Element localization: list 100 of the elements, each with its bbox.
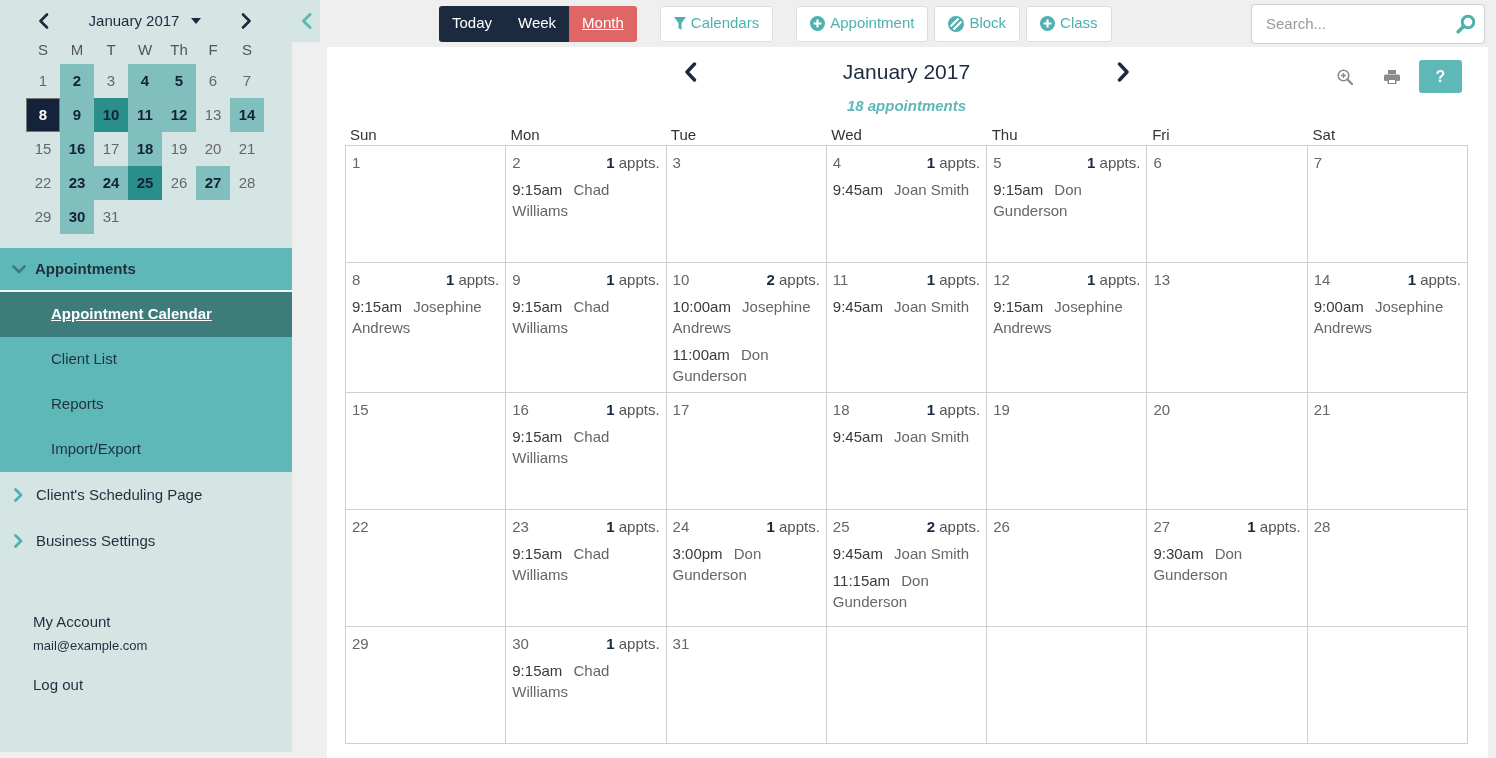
weekday-label: Fri	[1151, 125, 1171, 145]
appointment-count: 1 appts.	[606, 400, 660, 420]
account-link[interactable]: My Account	[33, 612, 111, 632]
calendar-day[interactable]: 23	[60, 166, 94, 200]
day-number: 18	[832, 400, 850, 420]
calendar-day[interactable]: 29	[26, 200, 60, 234]
appointment-entry[interactable]: 9:45am Joan Smith	[832, 296, 981, 317]
chevron-left-icon[interactable]	[683, 62, 697, 82]
appointment-entry[interactable]: 9:15am Chad Williams	[512, 660, 660, 702]
calendar-day[interactable]: 26	[162, 166, 196, 200]
plus-circle-icon	[810, 16, 826, 31]
appointment-entry[interactable]: 11:15am Don Gunderson	[832, 570, 981, 612]
account-email: mail@example.com	[33, 637, 148, 655]
day-number: 28	[1313, 517, 1331, 537]
calendar-day[interactable]: 11	[128, 98, 162, 132]
appointment-entry[interactable]: 9:15am Chad Williams	[512, 543, 660, 585]
day-number: 19	[993, 400, 1010, 420]
calendar-day[interactable]: 28	[230, 166, 264, 200]
appointment-entry[interactable]: 11:00am Don Gunderson	[672, 344, 820, 386]
search-field[interactable]: Search...	[1251, 3, 1485, 44]
day-number: 14	[1313, 270, 1331, 290]
day-number: 10	[672, 270, 690, 290]
appointment-entry[interactable]: 9:15am Chad Williams	[512, 426, 660, 468]
calendar-day[interactable]: 9	[60, 98, 94, 132]
chevron-right-icon[interactable]	[241, 13, 252, 29]
day-number: 16	[512, 400, 529, 420]
day-number: 15	[352, 400, 369, 420]
day-number: 20	[1153, 400, 1171, 420]
calendar-day[interactable]: 27	[196, 166, 230, 200]
day-number: 22	[352, 517, 369, 537]
calendar-day[interactable]: 6	[196, 64, 230, 98]
nav-subitem[interactable]: Appointment Calendar	[0, 292, 292, 337]
calendar-day[interactable]: 20	[196, 132, 230, 166]
view-tab[interactable]: Today	[439, 5, 506, 42]
calendar-day[interactable]: 1	[26, 64, 60, 98]
calendar-day[interactable]: 5	[162, 64, 196, 98]
calendar-day[interactable]: 14	[230, 98, 264, 132]
chevron-right-icon[interactable]	[1116, 62, 1130, 82]
nav-item[interactable]: Client's Scheduling Page	[0, 472, 292, 518]
appointment-entry[interactable]: 9:15am Chad Williams	[512, 179, 660, 221]
printer-icon[interactable]	[1384, 69, 1400, 84]
calendar-day[interactable]: 17	[94, 132, 128, 166]
day-number: 2	[512, 153, 521, 173]
appointment-count: 1 appts.	[926, 153, 981, 173]
appointment-entry[interactable]: 9:15am Josephine Andrews	[993, 296, 1141, 338]
zoom-in-icon[interactable]	[1337, 68, 1353, 85]
calendar-day[interactable]: 21	[230, 132, 264, 166]
appointment-count: 1 appts.	[606, 517, 660, 537]
calendar-day[interactable]: 3	[94, 64, 128, 98]
calendar-day[interactable]: 16	[60, 132, 94, 166]
appointment-entry[interactable]: 9:45am Joan Smith	[832, 179, 981, 200]
appointment-summary: 18 appointments	[846, 97, 967, 114]
appointment-entry[interactable]: 9:45am Joan Smith	[832, 543, 981, 564]
appointment-count: 1 appts.	[1407, 270, 1461, 290]
calendar-day[interactable]: 13	[196, 98, 230, 132]
day-number: 12	[993, 270, 1010, 290]
nav-item[interactable]: Business Settings	[0, 518, 292, 564]
nav-item[interactable]: Appointments	[0, 248, 292, 292]
appointment-entry[interactable]: 9:15am Don Gunderson	[993, 179, 1141, 221]
appointment-entry[interactable]: 9:00am Josephine Andrews	[1313, 296, 1461, 338]
calendar-day[interactable]: 12	[162, 98, 196, 132]
day-number: 5	[993, 153, 1002, 173]
calendar-day[interactable]: 25	[128, 166, 162, 200]
calendar-day[interactable]: 22	[26, 166, 60, 200]
chevron-left-icon[interactable]	[38, 13, 49, 29]
calendar-day[interactable]: 15	[26, 132, 60, 166]
weekday-label: Sun	[349, 125, 378, 145]
weekday-label: S	[37, 40, 49, 60]
appointment-entry[interactable]: 9:15am Chad Williams	[512, 296, 660, 338]
calendar-day[interactable]: 8	[26, 98, 60, 132]
day-number: 23	[512, 517, 529, 537]
calendar-day[interactable]: 4	[128, 64, 162, 98]
day-number: 4	[832, 153, 842, 173]
calendar-day[interactable]: 30	[60, 200, 94, 234]
calendar-day[interactable]: 7	[230, 64, 264, 98]
logout-link[interactable]: Log out	[33, 675, 84, 695]
month-dropdown[interactable]: January 2017	[88, 9, 202, 33]
calendar-day[interactable]: 19	[162, 132, 196, 166]
view-tab[interactable]: Week	[505, 5, 570, 42]
nav-subitem[interactable]: Import/Export	[0, 427, 292, 472]
weekday-label: Tue	[669, 125, 698, 145]
day-number: 17	[672, 400, 690, 420]
day-number: 9	[512, 270, 521, 290]
search-icon[interactable]	[1456, 13, 1476, 34]
appointment-entry[interactable]: 3:00pm Don Gunderson	[672, 543, 820, 585]
nav-subitem[interactable]: Reports	[0, 382, 292, 427]
appointment-count: 1 appts.	[445, 270, 500, 290]
calendar-day[interactable]: 2	[60, 64, 94, 98]
appointment-entry[interactable]: 9:45am Joan Smith	[832, 426, 981, 447]
appointment-entry[interactable]: 9:15am Josephine Andrews	[352, 296, 500, 338]
calendar-day[interactable]: 24	[94, 166, 128, 200]
appointment-entry[interactable]: 9:30am Don Gunderson	[1153, 543, 1301, 585]
day-number: 8	[352, 270, 361, 290]
appointment-entry[interactable]: 10:00am Josephine Andrews	[672, 296, 820, 338]
day-number: 31	[672, 634, 690, 654]
nav-subitem[interactable]: Client List	[0, 337, 292, 382]
calendar-day[interactable]: 31	[94, 200, 128, 234]
appointment-count: 1 appts.	[606, 634, 660, 654]
calendar-day[interactable]: 18	[128, 132, 162, 166]
calendar-day[interactable]: 10	[94, 98, 128, 132]
